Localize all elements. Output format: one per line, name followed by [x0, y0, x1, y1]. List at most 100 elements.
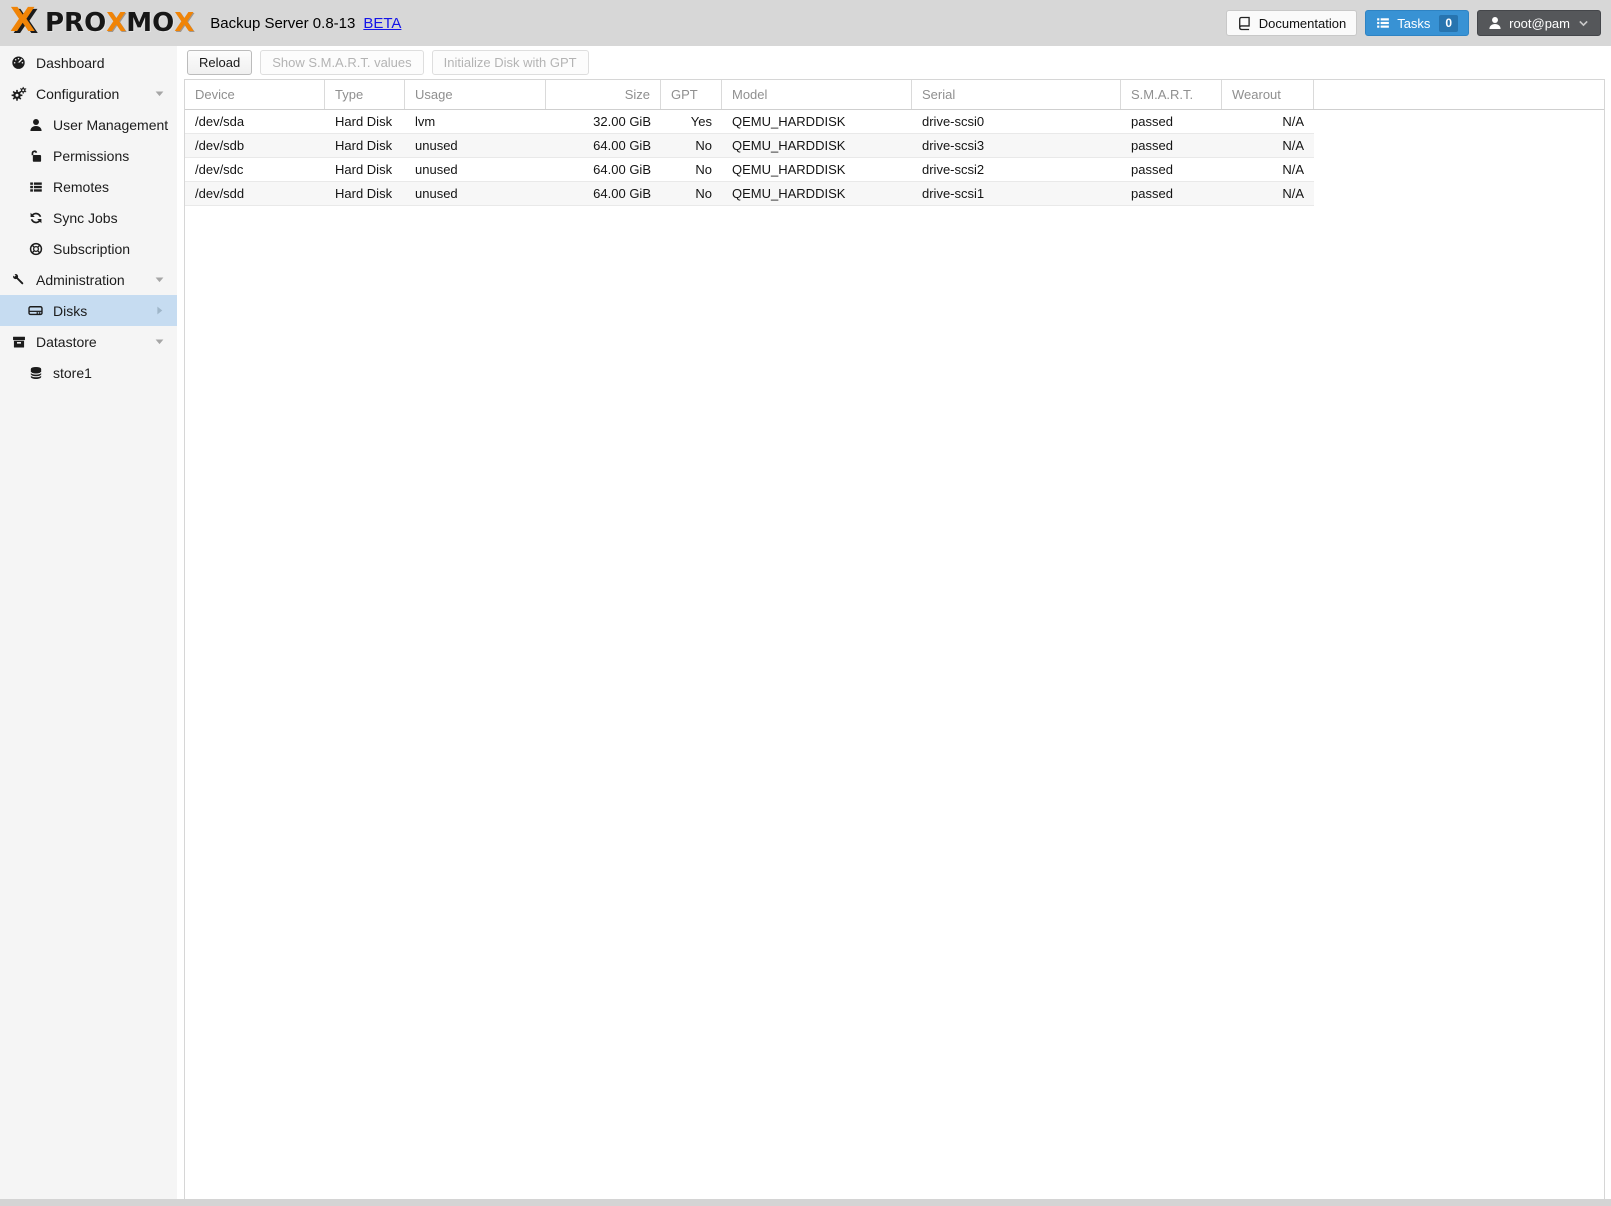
column-header-filler — [1314, 80, 1604, 109]
sidebar-item-label: Configuration — [36, 85, 120, 102]
hdd-icon — [27, 303, 44, 318]
database-icon — [27, 366, 44, 380]
sidebar-item-permissions[interactable]: Permissions — [0, 140, 177, 171]
column-header-usage[interactable]: Usage — [405, 80, 546, 109]
table-row-dev-sdd[interactable]: /dev/sdd Hard Disk unused 64.00 GiB No QEMU_H… — [185, 182, 1314, 206]
sidebar-item-datastore[interactable]: Datastore — [0, 326, 177, 357]
cogs-icon — [10, 86, 27, 102]
sidebar-item-label: store1 — [53, 364, 92, 381]
logo-mark-front: X — [10, 0, 35, 39]
sidebar-item-remotes[interactable]: Remotes — [0, 171, 177, 202]
column-header-model[interactable]: Model — [722, 80, 912, 109]
cell-gpt: No — [695, 138, 712, 153]
sidebar-item-label: Disks — [53, 302, 88, 319]
top-bar: X X PRO X MO X Backup Server 0.8-13 BETA Do… — [0, 0, 1611, 46]
column-header-size[interactable]: Size — [546, 80, 661, 109]
cell-type: Hard Disk — [335, 114, 393, 129]
cell-type: Hard Disk — [335, 138, 393, 153]
cell-usage: unused — [415, 162, 458, 177]
beta-link[interactable]: BETA — [363, 15, 401, 32]
table-row-dev-sdc[interactable]: /dev/sdc Hard Disk unused 64.00 GiB No QEMU_H… — [185, 158, 1314, 182]
table-row-dev-sda[interactable]: /dev/sda Hard Disk lvm 32.00 GiB Yes QEMU_HAR… — [185, 110, 1314, 134]
chevron-down-icon — [1577, 17, 1590, 30]
cell-device: /dev/sdc — [195, 162, 244, 177]
cell-usage: unused — [415, 186, 458, 201]
sidebar-item-disks[interactable]: Disks — [0, 295, 177, 326]
wordmark-segment: X — [106, 8, 127, 38]
cell-device: /dev/sdd — [195, 186, 245, 201]
cell-model: QEMU_HARDDISK — [732, 162, 846, 177]
cell-device: /dev/sda — [195, 114, 245, 129]
cell-s-m-a-r-t: passed — [1131, 138, 1173, 153]
sidebar-item-sync-jobs[interactable]: Sync Jobs — [0, 202, 177, 233]
cell-serial: drive-scsi1 — [922, 186, 985, 201]
disks-table: Device Type Usage Size GPT Model Serial S.M.A.R… — [184, 79, 1605, 1199]
cell-model: QEMU_HARDDISK — [732, 138, 846, 153]
user-label: root@pam — [1509, 15, 1570, 31]
caret-down-icon — [153, 335, 166, 351]
cell-wearout: N/A — [1282, 162, 1304, 177]
sidebar-item-label: User Management — [53, 116, 169, 133]
documentation-label: Documentation — [1258, 15, 1347, 31]
cell-size: 64.00 GiB — [593, 162, 651, 177]
main-area: Dashboard Configuration User Management Per… — [0, 46, 1611, 1199]
life-ring-icon — [27, 242, 44, 256]
column-header-s-m-a-r-t[interactable]: S.M.A.R.T. — [1121, 80, 1222, 109]
sidebar-item-label: Subscription — [53, 240, 131, 257]
initialize-disk-with-gpt-button: Initialize Disk with GPT — [431, 50, 589, 75]
cell-serial: drive-scsi2 — [922, 162, 985, 177]
tasks-button[interactable]: Tasks 0 — [1365, 10, 1470, 36]
column-header-device[interactable]: Device — [185, 80, 325, 109]
table-row-dev-sdb[interactable]: /dev/sdb Hard Disk unused 64.00 GiB No QEMU_H… — [185, 134, 1314, 158]
tachometer-icon — [10, 55, 27, 70]
user-menu-button[interactable]: root@pam — [1477, 10, 1601, 36]
tasks-label: Tasks — [1397, 15, 1431, 31]
cell-type: Hard Disk — [335, 186, 393, 201]
cell-gpt: Yes — [690, 114, 712, 129]
show-s-m-a-r-t-values-button: Show S.M.A.R.T. values — [260, 50, 424, 75]
column-header-serial[interactable]: Serial — [912, 80, 1121, 109]
wordmark-segment: MO — [126, 8, 175, 38]
user-icon — [27, 118, 44, 132]
wrench-icon — [10, 272, 27, 287]
column-header-type[interactable]: Type — [325, 80, 405, 109]
cell-model: QEMU_HARDDISK — [732, 186, 846, 201]
reload-button[interactable]: Reload — [187, 50, 253, 75]
sidebar-item-store1[interactable]: store1 — [0, 357, 177, 388]
tasks-count-badge: 0 — [1439, 14, 1459, 32]
sidebar-item-label: Sync Jobs — [53, 209, 118, 226]
cell-s-m-a-r-t: passed — [1131, 162, 1173, 177]
cell-serial: drive-scsi3 — [922, 138, 985, 153]
cell-type: Hard Disk — [335, 162, 393, 177]
sidebar-item-administration[interactable]: Administration — [0, 264, 177, 295]
wordmark-segment: PRO — [45, 8, 107, 38]
cell-s-m-a-r-t: passed — [1131, 186, 1173, 201]
cell-usage: unused — [415, 138, 458, 153]
wordmark-segment: X — [174, 8, 195, 38]
cell-serial: drive-scsi0 — [922, 114, 985, 129]
caret-down-icon — [153, 87, 166, 103]
sidebar-item-subscription[interactable]: Subscription — [0, 233, 177, 264]
caret-down-icon — [153, 273, 166, 289]
cell-wearout: N/A — [1282, 186, 1304, 201]
cell-size: 64.00 GiB — [593, 186, 651, 201]
column-header-wearout[interactable]: Wearout — [1222, 80, 1314, 109]
sidebar-item-dashboard[interactable]: Dashboard — [0, 47, 177, 78]
sidebar-item-label: Administration — [36, 271, 125, 288]
sidebar-item-label: Remotes — [53, 178, 110, 195]
cell-gpt: No — [695, 162, 712, 177]
documentation-button[interactable]: Documentation — [1225, 10, 1358, 36]
sidebar-item-configuration[interactable]: Configuration — [0, 78, 177, 109]
table-body: /dev/sda Hard Disk lvm 32.00 GiB Yes QEMU_HAR… — [185, 110, 1604, 206]
refresh-icon — [27, 211, 44, 225]
column-header-gpt[interactable]: GPT — [661, 80, 722, 109]
cell-wearout: N/A — [1282, 138, 1304, 153]
list-blocks-icon — [27, 180, 44, 194]
content-panel: Reload Show S.M.A.R.T. values Initialize D… — [178, 46, 1611, 1199]
sidebar-item-label: Datastore — [36, 333, 97, 350]
unlock-icon — [27, 149, 44, 163]
proxmox-logo[interactable]: X X PRO X MO X — [10, 0, 195, 42]
table-header-row: Device Type Usage Size GPT Model Serial S.M.A.R… — [185, 80, 1604, 110]
sidebar-item-user-management[interactable]: User Management — [0, 109, 177, 140]
cell-usage: lvm — [415, 114, 436, 129]
